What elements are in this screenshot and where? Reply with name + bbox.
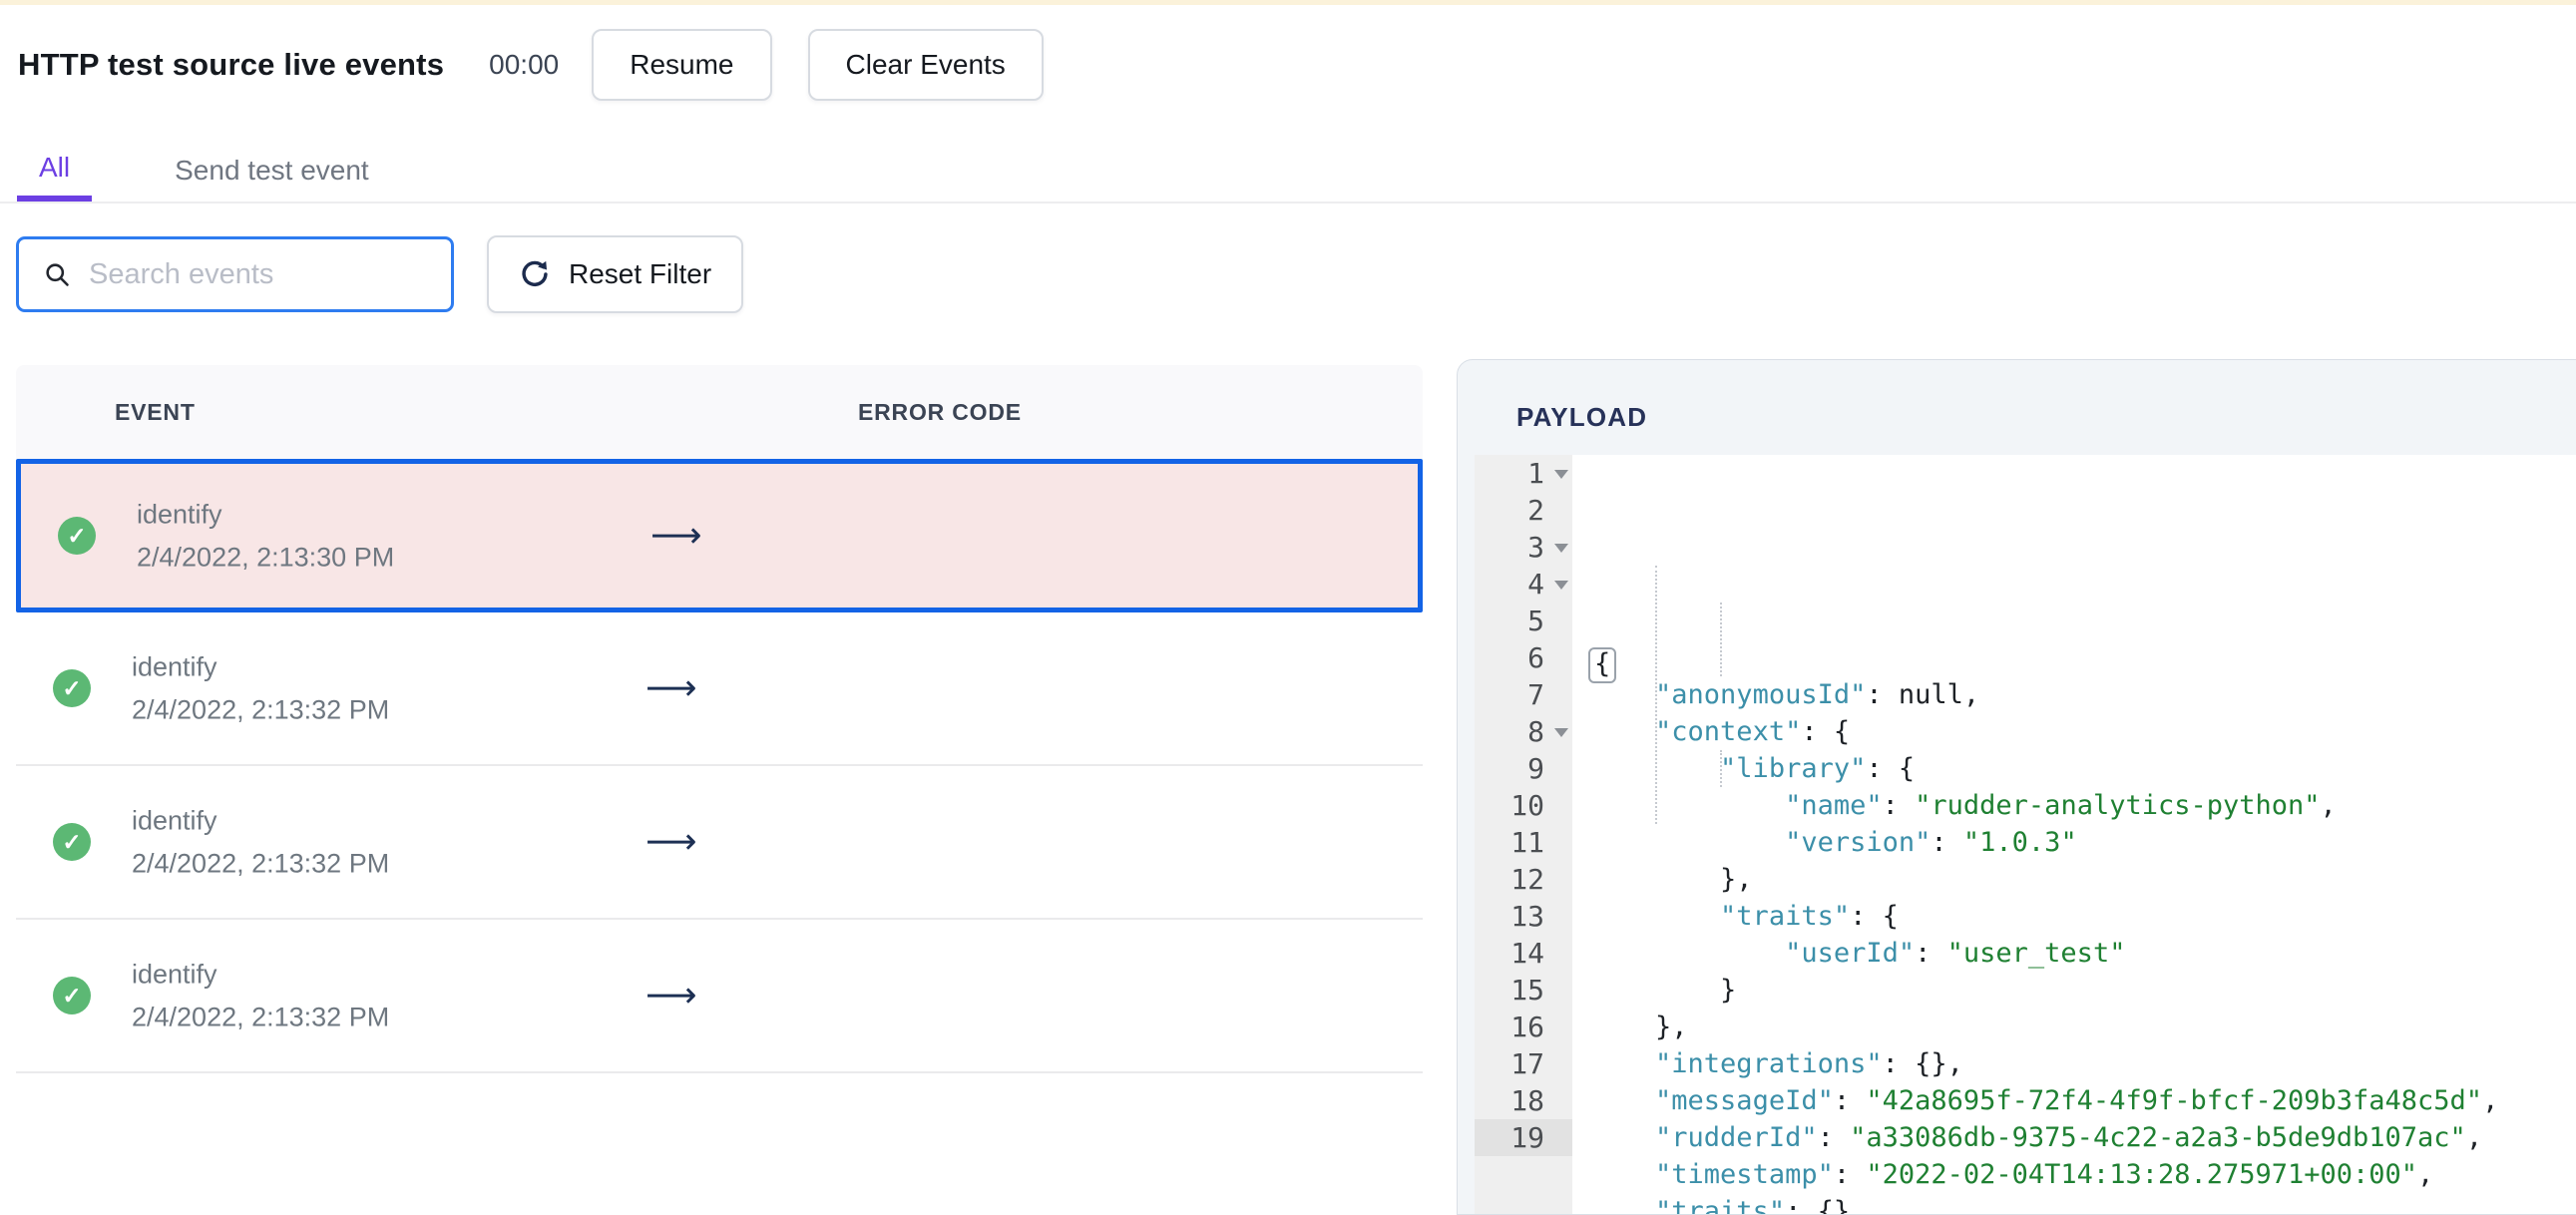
line-number: 13 <box>1510 900 1544 933</box>
line-number: 11 <box>1510 826 1544 859</box>
line-number: 10 <box>1510 789 1544 822</box>
json-code-editor[interactable]: 1 2 3 4 5 6 7 8 9 10 11 12 13 14 15 16 17 18 19 { "anonymo… <box>1475 455 2576 1214</box>
code-line: "traits": { <box>1720 901 1899 932</box>
page-header: HTTP test source live events 00:00 Resum… <box>18 26 1044 104</box>
code-line: "traits": {}, <box>1655 1196 1867 1214</box>
event-row[interactable]: ✓ identify 2/4/2022, 2:13:30 PM ⟶ <box>16 459 1423 612</box>
filter-row: Reset Filter <box>16 235 744 313</box>
fold-chevron-down-icon[interactable] <box>1554 544 1568 553</box>
events-table-header: EVENT ERROR CODE <box>16 365 1423 459</box>
line-number: 6 <box>1527 641 1544 674</box>
search-icon <box>46 263 69 286</box>
refresh-icon <box>522 260 548 287</box>
fold-chevron-down-icon[interactable] <box>1554 581 1568 590</box>
indent-guide <box>1720 603 1722 676</box>
reset-filter-label: Reset Filter <box>569 258 712 289</box>
code-line: "messageId": "42a8695f-72f4-4f9f-bfcf-20… <box>1655 1085 2499 1116</box>
search-box[interactable] <box>16 236 454 312</box>
event-timestamp: 2/4/2022, 2:13:32 PM <box>132 848 390 879</box>
line-number: 12 <box>1510 863 1544 896</box>
tab-send-test-event[interactable]: Send test event <box>175 140 369 202</box>
indent-guide <box>1720 750 1722 787</box>
code-line: "anonymousId": null, <box>1655 679 1980 710</box>
line-number: 19 <box>1475 1119 1572 1156</box>
indent-guide <box>1655 566 1657 824</box>
code-line: }, <box>1590 864 1753 895</box>
event-cell: identify 2/4/2022, 2:13:32 PM <box>132 650 389 727</box>
events-table: EVENT ERROR CODE ✓ identify 2/4/2022, 2:… <box>16 365 1423 1073</box>
event-row[interactable]: ✓ identify 2/4/2022, 2:13:32 PM ⟶ <box>16 920 1423 1073</box>
event-name: identify <box>132 959 217 990</box>
fold-chevron-down-icon[interactable] <box>1554 470 1568 479</box>
line-number: 15 <box>1510 974 1544 1007</box>
code-line: { <box>1588 639 2576 683</box>
event-cell: identify 2/4/2022, 2:13:32 PM <box>132 804 389 881</box>
events-table-body: ✓ identify 2/4/2022, 2:13:30 PM ⟶ ✓ iden… <box>16 459 1423 1073</box>
tab-bar: All Send test event <box>0 140 2576 203</box>
code-line: "integrations": {}, <box>1655 1048 1963 1079</box>
top-accent-strip <box>0 0 2576 5</box>
reset-filter-button[interactable]: Reset Filter <box>487 235 744 313</box>
code-line: "library": { <box>1720 753 1916 784</box>
event-timestamp: 2/4/2022, 2:13:32 PM <box>132 1002 390 1032</box>
event-cell: identify 2/4/2022, 2:13:30 PM <box>137 498 394 575</box>
line-number: 9 <box>1527 752 1544 785</box>
payload-panel-title: PAYLOAD <box>1516 402 1648 432</box>
event-row[interactable]: ✓ identify 2/4/2022, 2:13:32 PM ⟶ <box>16 612 1423 766</box>
search-input[interactable] <box>87 256 451 292</box>
event-row[interactable]: ✓ identify 2/4/2022, 2:13:32 PM ⟶ <box>16 766 1423 920</box>
line-number: 8 <box>1475 713 1572 750</box>
success-check-icon: ✓ <box>58 517 96 555</box>
clear-events-button[interactable]: Clear Events <box>807 29 1044 101</box>
line-number: 18 <box>1510 1084 1544 1117</box>
editor-gutter: 1 2 3 4 5 6 7 8 9 10 11 12 13 14 15 16 17 18 19 <box>1475 455 1572 1214</box>
column-header-event: EVENT <box>115 398 196 425</box>
event-name: identify <box>132 805 217 836</box>
payload-panel: PAYLOAD 1 2 3 4 5 6 7 8 9 10 11 12 13 14 15 16 17 18 19 { … <box>1457 359 2576 1215</box>
arrow-right-icon: ⟶ <box>645 821 697 863</box>
tab-all[interactable]: All <box>17 140 93 202</box>
resume-button[interactable]: Resume <box>592 29 772 101</box>
code-line: }, <box>1590 1012 1688 1042</box>
line-number: 3 <box>1475 529 1572 566</box>
line-number: 7 <box>1527 678 1544 711</box>
line-number: 5 <box>1527 605 1544 637</box>
success-check-icon: ✓ <box>53 669 91 707</box>
line-number: 2 <box>1527 494 1544 527</box>
success-check-icon: ✓ <box>53 823 91 861</box>
line-number: 16 <box>1510 1011 1544 1043</box>
line-number: 4 <box>1475 566 1572 603</box>
code-line: "name": "rudder-analytics-python", <box>1785 790 2337 821</box>
page-title: HTTP test source live events <box>18 47 445 82</box>
arrow-right-icon: ⟶ <box>650 515 702 557</box>
code-line: "timestamp": "2022-02-04T14:13:28.275971… <box>1655 1159 2434 1190</box>
column-header-error-code: ERROR CODE <box>858 398 1022 425</box>
code-line: "version": "1.0.3" <box>1785 827 2077 858</box>
event-cell: identify 2/4/2022, 2:13:32 PM <box>132 958 389 1034</box>
event-timestamp: 2/4/2022, 2:13:32 PM <box>132 694 390 725</box>
code-line: "rudderId": "a33086db-9375-4c22-a2a3-b5d… <box>1655 1122 2483 1153</box>
arrow-right-icon: ⟶ <box>645 975 697 1016</box>
event-name: identify <box>137 499 222 530</box>
timer-value: 00:00 <box>489 49 560 80</box>
editor-code-area[interactable]: { "anonymousId": null, "context": { "lib… <box>1572 455 2576 1214</box>
line-number: 17 <box>1510 1047 1544 1080</box>
line-number: 1 <box>1475 455 1572 492</box>
code-line: "userId": "user_test" <box>1785 938 2126 969</box>
code-line: } <box>1590 975 1737 1006</box>
event-timestamp: 2/4/2022, 2:13:30 PM <box>137 542 395 573</box>
fold-chevron-down-icon[interactable] <box>1554 728 1568 737</box>
arrow-right-icon: ⟶ <box>645 667 697 709</box>
line-number: 14 <box>1510 937 1544 970</box>
code-line: "context": { <box>1655 716 1851 747</box>
success-check-icon: ✓ <box>53 977 91 1014</box>
event-name: identify <box>132 651 217 682</box>
